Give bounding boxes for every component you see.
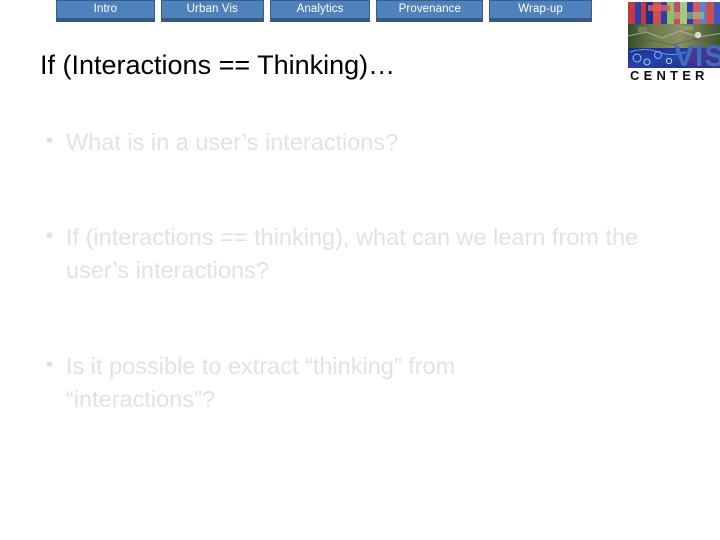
tab-intro-label: Intro: [93, 2, 118, 15]
tab-analytics-label: Analytics: [296, 2, 344, 15]
bullet-marker-icon: •: [46, 130, 54, 152]
tab-wrap-up-label: Wrap-up: [518, 2, 563, 15]
bullet-text: What is in a user’s interactions?: [66, 129, 399, 155]
tab-provenance-label: Provenance: [398, 2, 462, 15]
tab-intro[interactable]: Intro: [56, 0, 155, 22]
list-item: • What is in a user’s interactions?: [40, 126, 700, 158]
vis-center-logo: VIS CENTER: [628, 2, 720, 82]
bullet-list: • What is in a user’s interactions? • If…: [40, 126, 700, 415]
bullet-text: If (interactions == thinking), what can …: [66, 224, 639, 283]
bullet-marker-icon: •: [46, 354, 54, 377]
slide-canvas: Intro Urban Vis Analytics Provenance Wra…: [0, 0, 720, 540]
tab-analytics[interactable]: Analytics: [269, 0, 371, 22]
slide-title: If (Interactions == Thinking)…: [40, 50, 396, 80]
bullet-text: Is it possible to extract “thinking” fro…: [66, 353, 456, 412]
bullet-marker-icon: •: [46, 225, 54, 248]
list-item: • Is it possible to extract “thinking” f…: [40, 350, 700, 415]
logo-wordmark-center: CENTER: [630, 68, 709, 82]
tab-urban-vis-label: Urban Vis: [186, 2, 238, 15]
navigation-tabstrip: Intro Urban Vis Analytics Provenance Wra…: [56, 0, 592, 24]
tab-wrap-up[interactable]: Wrap-up: [489, 0, 592, 22]
list-item: • If (interactions == thinking), what ca…: [40, 221, 700, 286]
logo-strip-top: [628, 2, 720, 24]
tab-urban-vis[interactable]: Urban Vis: [160, 0, 264, 22]
tab-provenance[interactable]: Provenance: [376, 0, 484, 22]
